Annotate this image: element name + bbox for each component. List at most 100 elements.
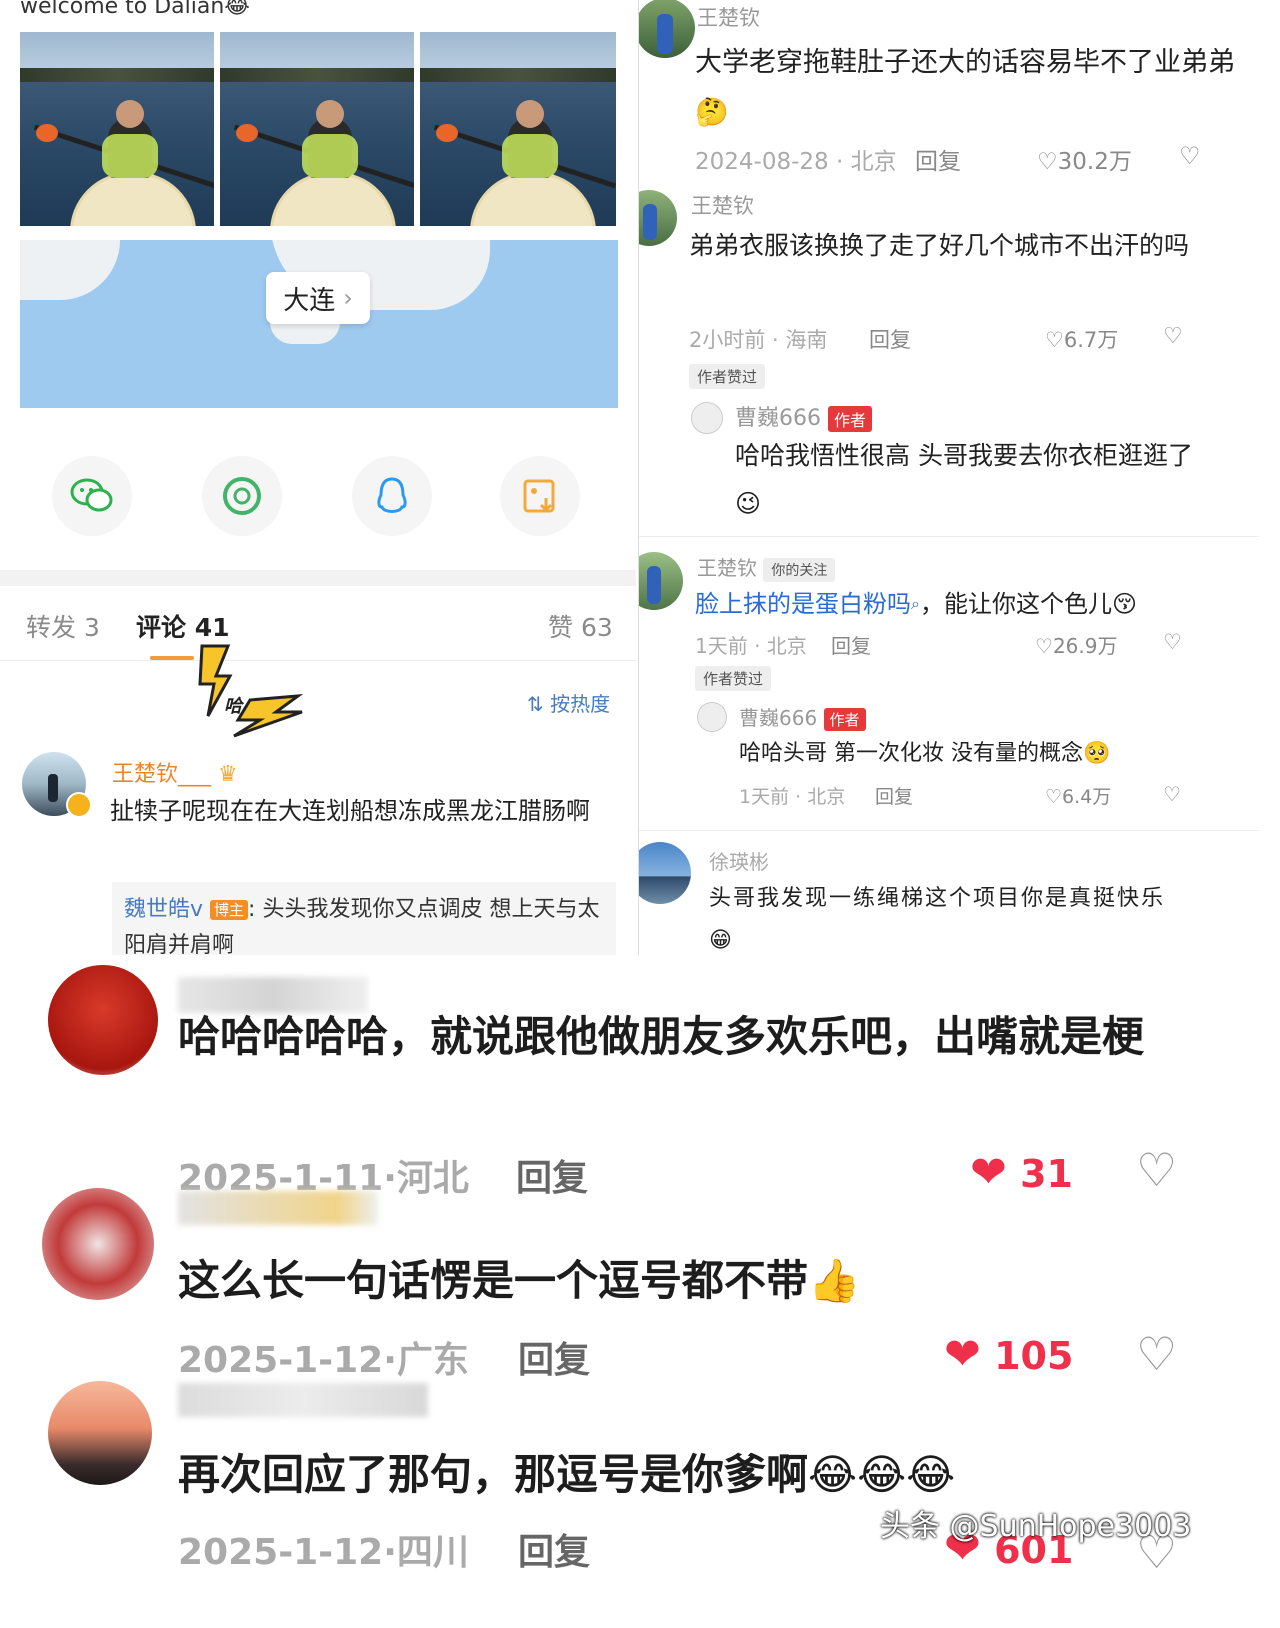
heart-outline-icon: ♡	[1035, 634, 1053, 658]
avatar[interactable]	[639, 552, 683, 610]
section-divider	[0, 570, 636, 586]
wechat-icon	[70, 478, 113, 512]
reply-button[interactable]: 回复	[518, 1523, 590, 1575]
map-location-label: 大连	[283, 285, 336, 316]
comment-username[interactable]: 王楚钦___ ♛	[112, 756, 238, 788]
kayak-photo-2[interactable]	[220, 32, 414, 226]
like-count: 26.9万	[1052, 634, 1118, 658]
broken-heart-icon: ♡	[1179, 142, 1201, 170]
broken-heart-icon: ♡	[1163, 324, 1183, 349]
author-badge: 作者	[828, 406, 873, 432]
sticker-text: 哈	[224, 696, 242, 717]
reply-username[interactable]: 魏世皓v	[124, 897, 203, 922]
like-button[interactable]: ♡30.2万	[1037, 142, 1132, 176]
comment-text: 扯犊子呢现在在大连划船想冻成黑龙江腊肠啊	[110, 797, 590, 825]
comment-username-text: 王楚钦	[697, 556, 757, 580]
dislike-button[interactable]: ♡	[1163, 324, 1183, 349]
sort-icon: ⇅	[527, 692, 551, 716]
reply-button[interactable]: 回复	[875, 782, 913, 809]
broken-heart-icon: ♡	[1136, 1327, 1178, 1381]
author-liked-tag: 作者赞过	[689, 364, 766, 389]
comment-date: 2024-08-28 · 北京	[695, 149, 897, 175]
reply-button[interactable]: 回复	[915, 142, 961, 176]
sub-username: 曹巍666	[735, 406, 821, 431]
wechat-share-button[interactable]	[52, 456, 132, 536]
map-location-pill[interactable]: 大连 ›	[266, 272, 370, 324]
post-caption: welcome to Dalian😂	[20, 0, 251, 19]
kayak-photo-3[interactable]	[420, 32, 616, 226]
comment-username[interactable]: 王楚钦	[691, 190, 754, 220]
tab-comments[interactable]: 评论 41	[136, 608, 230, 644]
like-count: 105	[994, 1334, 1074, 1378]
sub-comment-date: 1天前 · 北京	[739, 786, 846, 808]
sub-comment-user[interactable]: 曹巍666 作者	[735, 400, 873, 432]
reply-button[interactable]: 回复	[869, 324, 911, 354]
comment-username[interactable]: 王楚钦 你的关注	[697, 552, 836, 582]
search-link-text[interactable]: 脸上抹的是蛋白粉吗	[695, 590, 911, 618]
following-tag: 你的关注	[763, 558, 836, 582]
comment-text: 弟弟衣服该换换了走了好几个城市不出汗的吗	[689, 231, 1190, 260]
sub-username: 曹巍666	[739, 706, 818, 730]
moments-share-button[interactable]	[202, 456, 282, 536]
sort-by-hot-button[interactable]: ⇅ 按热度	[527, 688, 610, 717]
sub-comment-text: 哈哈头哥 第一次化妆 没有量的概念🥺	[739, 741, 1111, 766]
heart-outline-icon: ♡	[1037, 149, 1058, 175]
comment-date: 2025-1-12·四川	[178, 1532, 469, 1573]
avatar[interactable]	[639, 0, 695, 58]
author-liked-tag: 作者赞过	[695, 666, 772, 691]
dislike-button[interactable]: ♡	[1136, 1143, 1177, 1197]
crown-icon: ♛	[218, 762, 238, 787]
like-button[interactable]: ❤ 105	[944, 1329, 1073, 1380]
search-icon: ⌕	[911, 594, 920, 613]
qq-share-button[interactable]	[352, 456, 432, 536]
divider	[639, 830, 1259, 831]
comment-text: 大学老穿拖鞋肚子还大的话容易毕不了业弟弟🤔	[695, 47, 1235, 128]
dislike-button[interactable]: ♡	[1163, 630, 1182, 654]
comment-date: 1天前 · 北京	[695, 634, 807, 658]
tab-forward[interactable]: 转发 3	[26, 608, 100, 644]
dislike-button[interactable]: ♡	[1136, 1327, 1177, 1381]
sort-label: 按热度	[550, 692, 611, 716]
reply-box[interactable]: 魏世皓v 博主: 头头我发现你又点调皮 想上天与太阳肩并肩啊	[112, 882, 616, 955]
sub-comment-user[interactable]: 曹巍666 作者	[739, 702, 866, 731]
reply-button[interactable]: 回复	[518, 1331, 590, 1383]
avatar[interactable]	[48, 1381, 152, 1485]
tab-likes[interactable]: 赞 63	[548, 608, 613, 644]
blogger-badge: 博主	[210, 900, 249, 920]
like-button[interactable]: ♡6.4万	[1045, 782, 1111, 809]
like-count: 31	[1020, 1152, 1073, 1196]
lightning-sticker: 哈	[190, 640, 320, 740]
avatar[interactable]	[691, 402, 723, 434]
comment-date: 2025-1-12·广东	[178, 1340, 469, 1381]
comment-username[interactable]: 徐瑛彬	[709, 846, 769, 875]
dislike-button[interactable]: ♡	[1179, 142, 1201, 170]
avatar[interactable]	[639, 842, 691, 904]
heart-outline-icon: ♡	[1045, 328, 1064, 352]
location-map[interactable]: 大连 ›	[20, 240, 618, 408]
save-image-button[interactable]	[500, 456, 580, 536]
avatar[interactable]	[639, 190, 677, 246]
comment-username-text: 王楚钦___	[112, 762, 212, 787]
avatar[interactable]	[42, 1188, 154, 1300]
avatar[interactable]	[48, 965, 158, 1075]
reply-button[interactable]: 回复	[831, 630, 871, 659]
broken-heart-icon: ♡	[1136, 1143, 1178, 1197]
comment-text: 头哥我发现一练绳梯这个项目你是真挺快乐😁	[709, 886, 1166, 953]
like-count: 6.7万	[1063, 328, 1119, 352]
like-button[interactable]: ❤ 31	[970, 1147, 1073, 1198]
like-count: 30.2万	[1057, 149, 1132, 175]
verified-badge-icon	[66, 792, 92, 818]
sub-comment-text: 哈哈我悟性很高 头哥我要去你衣柜逛逛了😉	[735, 441, 1193, 518]
reply-button[interactable]: 回复	[516, 1149, 588, 1201]
avatar[interactable]	[697, 702, 727, 732]
broken-heart-icon: ♡	[1163, 782, 1181, 806]
like-button[interactable]: ♡6.7万	[1045, 324, 1118, 354]
save-image-icon	[523, 479, 555, 513]
like-button[interactable]: ♡26.9万	[1035, 630, 1117, 659]
comment-username[interactable]: 王楚钦	[697, 2, 760, 32]
author-liked-label: 作者赞过	[689, 364, 766, 389]
kayak-photo-1[interactable]	[20, 32, 214, 226]
comment-text: 这么长一句话愣是一个逗号都不带👍	[178, 1256, 861, 1305]
blurred-username	[178, 1191, 378, 1225]
dislike-button[interactable]: ♡	[1163, 782, 1181, 806]
